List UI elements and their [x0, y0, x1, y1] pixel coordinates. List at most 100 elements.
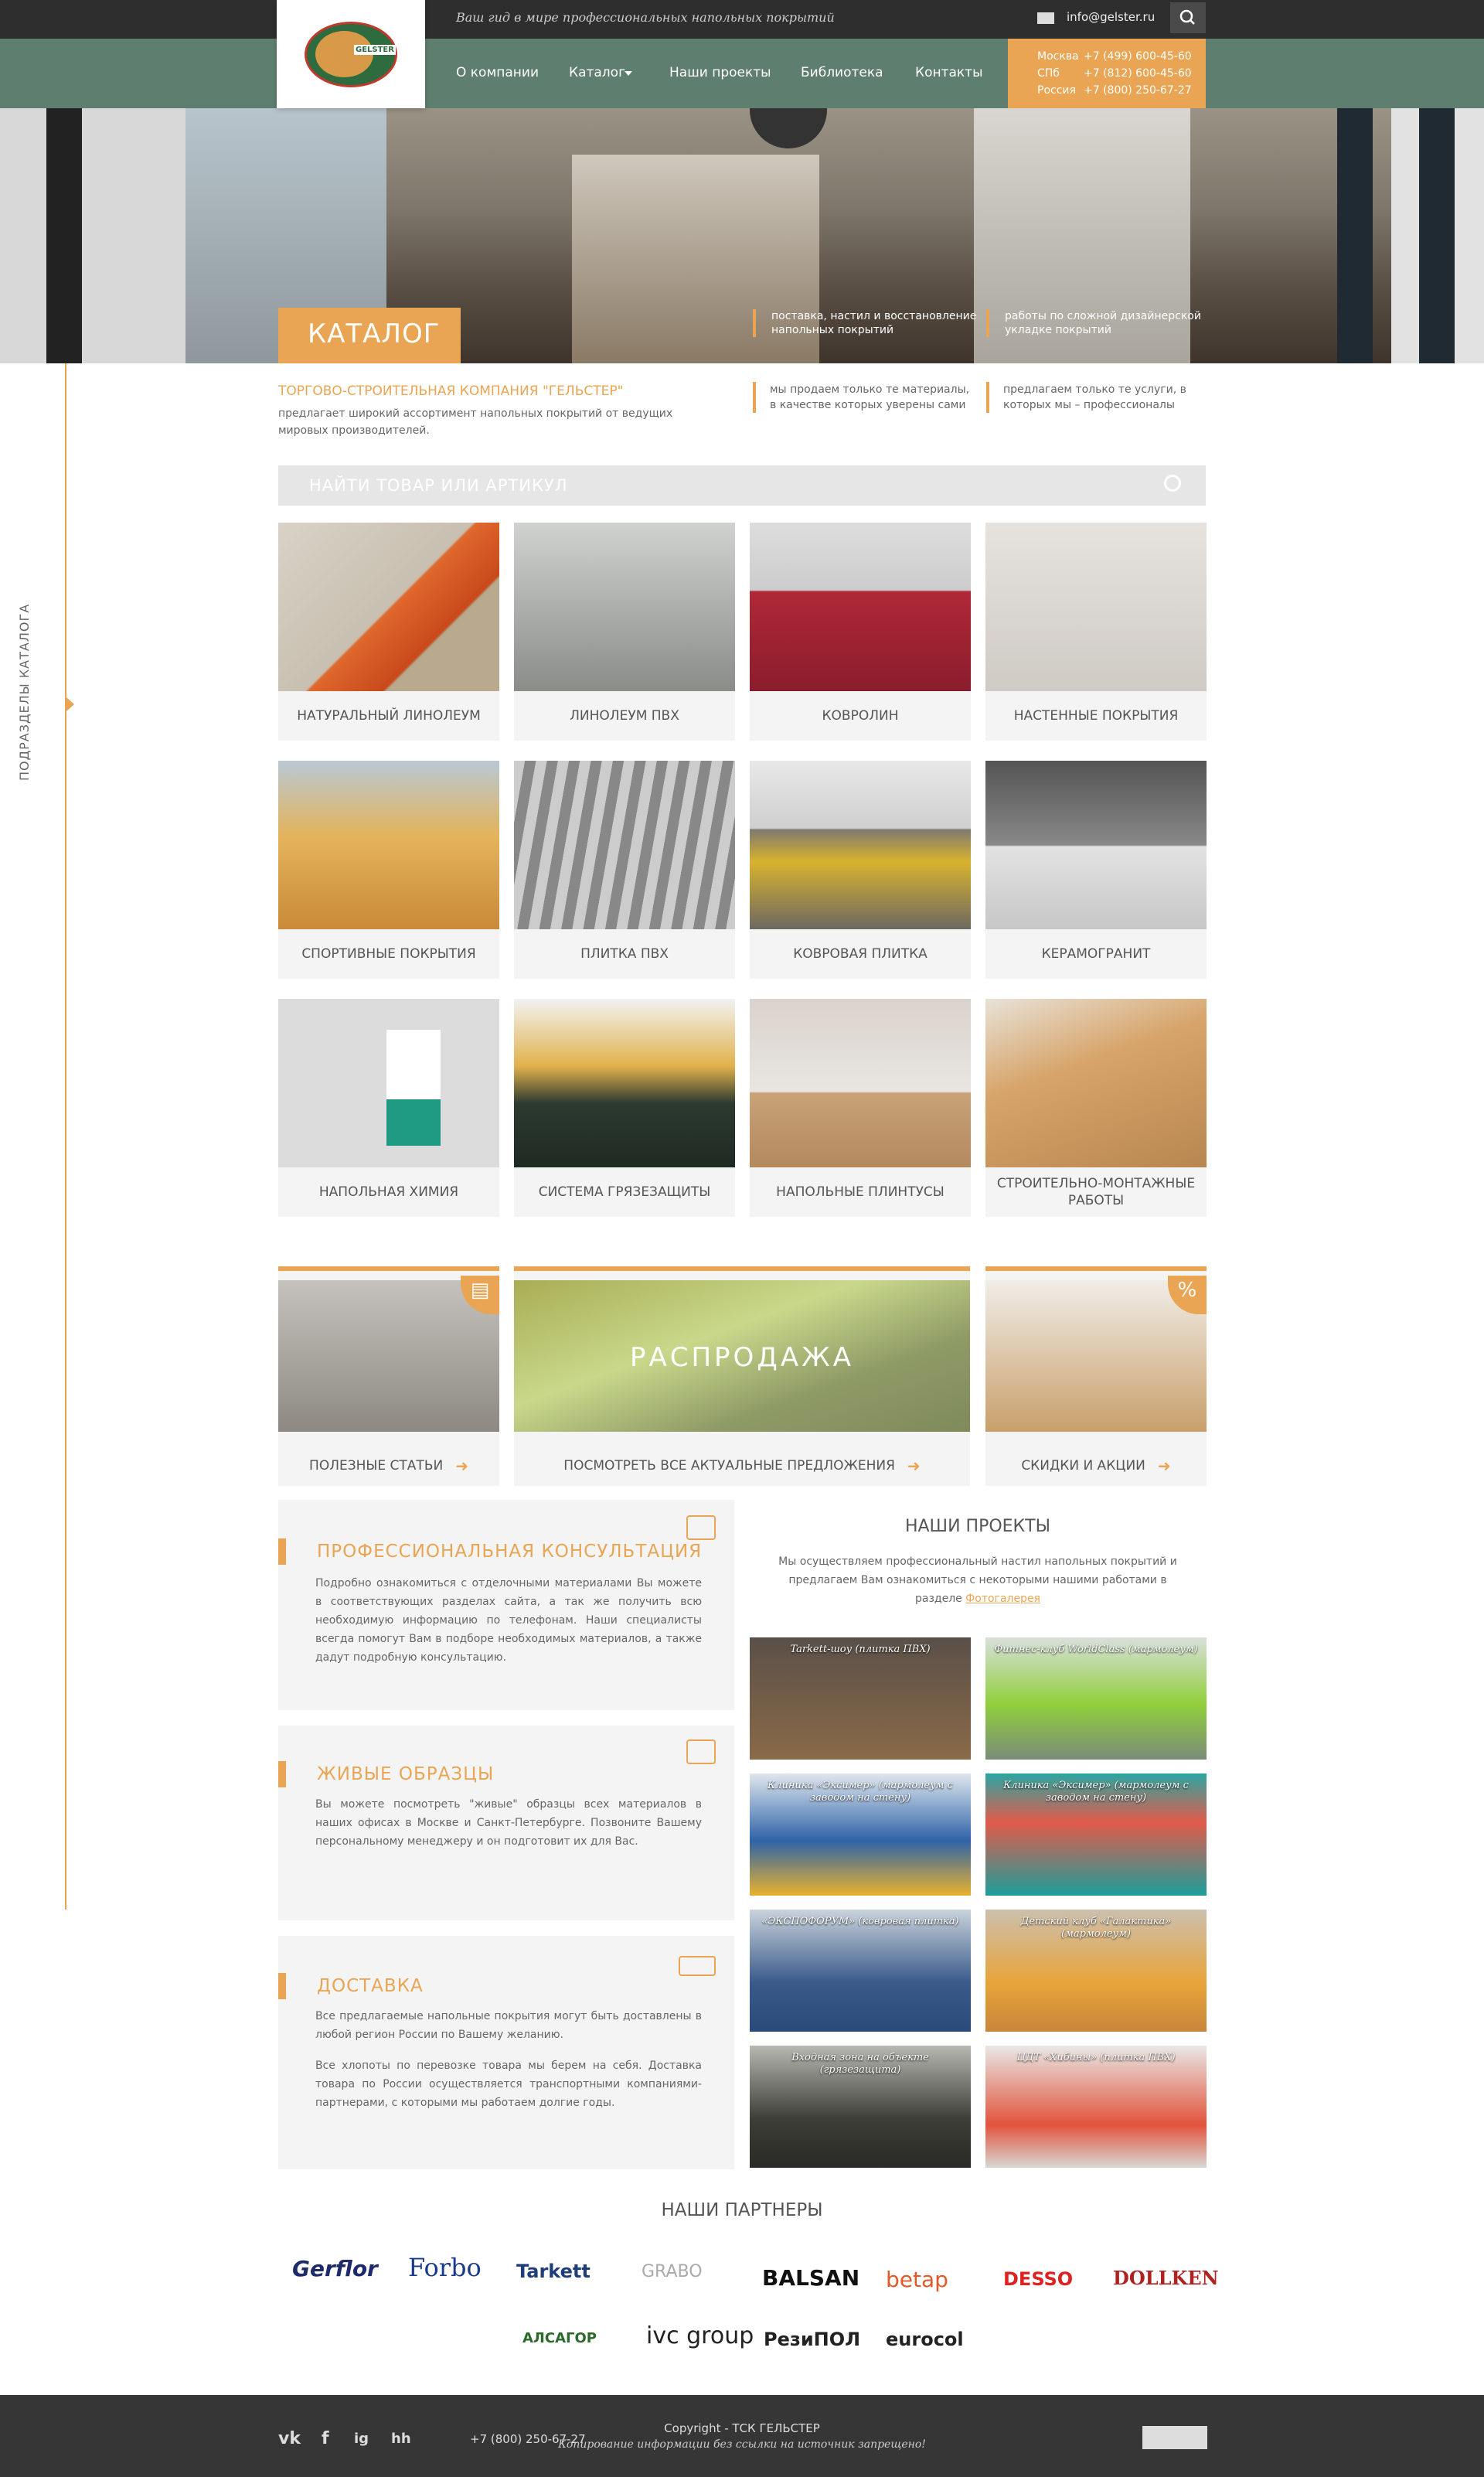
partner-logo[interactable]: ivc group [646, 2322, 754, 2349]
gallery-link[interactable]: Фотогалерея [965, 1593, 1040, 1605]
sale-banner-text: РАСПРОДАЖА [629, 1342, 855, 1373]
box-title: ДОСТАВКА [317, 1976, 424, 1996]
tile-image [985, 761, 1207, 929]
search-icon[interactable] [1164, 475, 1181, 492]
partner-logo[interactable]: Tarkett [516, 2261, 591, 2282]
copy-notice: Копирование информации без ссылки на ист… [558, 2438, 926, 2451]
catalog-tile[interactable]: НАСТЕННЫЕ ПОКРЫТИЯ [985, 523, 1207, 741]
catalog-tile[interactable]: ЛИНОЛЕУМ ПВХ [514, 523, 735, 741]
tile-image [278, 761, 499, 929]
visit-counter[interactable] [1142, 2426, 1207, 2449]
company-description: предлагает широкий ассортимент напольных… [278, 407, 673, 437]
catalog-tile[interactable]: КОВРОЛИН [750, 523, 971, 741]
hero-banner [0, 108, 1484, 363]
sidebar-catalog-sections[interactable]: ПОДРАЗДЕЛЫ КАТАЛОГА [17, 604, 32, 781]
consultation-box: ПРОФЕССИОНАЛЬНАЯ КОНСУЛЬТАЦИЯ Подробно о… [278, 1500, 734, 1710]
project-card[interactable]: Клиника «Эксимер» (мармолеум с заводом н… [750, 1773, 971, 1896]
sale-link[interactable]: ПОСМОТРЕТЬ ВСЕ АКТУАЛЬНЫЕ ПРЕДЛОЖЕНИЯ ➜ [514, 1441, 970, 1491]
site-logo[interactable]: GELSTER [277, 0, 425, 108]
sale-block[interactable]: РАСПРОДАЖА ПОСМОТРЕТЬ ВСЕ АКТУАЛЬНЫЕ ПРЕ… [514, 1266, 970, 1486]
partner-logo[interactable]: eurocol [886, 2329, 964, 2350]
partner-logo[interactable]: BALSAN [762, 2265, 859, 2291]
company-title: ТОРГОВО-СТРОИТЕЛЬНАЯ КОМПАНИЯ "ГЕЛЬСТЕР" [278, 383, 624, 399]
project-card[interactable]: «ЭКСПОФОРУМ» (ковровая плитка) [750, 1910, 971, 2032]
tile-image [750, 523, 971, 691]
partner-logo[interactable]: GRABO [642, 2262, 703, 2281]
nav-contacts[interactable]: Контакты [915, 65, 983, 80]
arrow-right-icon: ➜ [455, 1457, 468, 1475]
catalog-tile[interactable]: НАТУРАЛЬНЫЙ ЛИНОЛЕУМ [278, 523, 499, 741]
project-card[interactable]: Детский клуб «Галактика» (мармолеум) [985, 1910, 1207, 2032]
sale-link-label: ПОСМОТРЕТЬ ВСЕ АКТУАЛЬНЫЕ ПРЕДЛОЖЕНИЯ [563, 1458, 895, 1474]
discounts-block[interactable]: % СКИДКИ И АКЦИИ ➜ [985, 1266, 1207, 1486]
main-nav: О компании Каталог Наши проекты Библиоте… [0, 39, 1484, 108]
phone-number[interactable]: +7 (812) 600-45-60 [1084, 67, 1192, 80]
nav-library[interactable]: Библиотека [801, 65, 883, 80]
project-caption: Входная зона на объекте (грязезащита) [791, 2052, 929, 2076]
tile-image [514, 999, 735, 1167]
partner-logo[interactable]: Forbo [408, 2253, 482, 2282]
hero-wall [0, 108, 186, 363]
box-text: Подробно ознакомиться с отделочными мате… [315, 1577, 702, 1664]
partner-logo[interactable]: DOLLKEN [1113, 2267, 1219, 2289]
catalog-tile[interactable]: НАПОЛЬНАЯ ХИМИЯ [278, 999, 499, 1217]
catalog-tile[interactable]: СТРОИТЕЛЬНО-МОНТАЖНЫЕ РАБОТЫ [985, 999, 1207, 1217]
site-footer: vk f ig hh +7 (800) 250-67-27 Copyright … [0, 2395, 1484, 2477]
partner-logo[interactable]: АЛСАГОР [522, 2330, 597, 2346]
project-card[interactable]: Tarkett-шоу (плитка ПВХ) [750, 1637, 971, 1760]
catalog-tile[interactable]: НАПОЛЬНЫЕ ПЛИНТУСЫ [750, 999, 971, 1217]
articles-link[interactable]: ПОЛЕЗНЫЕ СТАТЬИ ➜ [278, 1441, 499, 1491]
arrow-right-icon: ➜ [1157, 1457, 1171, 1475]
tile-label: НАПОЛЬНАЯ ХИМИЯ [318, 1184, 459, 1200]
catalog-tile[interactable]: КОВРОВАЯ ПЛИТКА [750, 761, 971, 979]
box-text: Вы можете посмотреть "живые" образцы все… [315, 1798, 702, 1848]
project-caption: Клиника «Эксимер» (мармолеум с заводом н… [768, 1780, 953, 1804]
samples-box: ЖИВЫЕ ОБРАЗЦЫ Вы можете посмотреть "живы… [278, 1726, 734, 1920]
partner-logo[interactable]: Gerflor [292, 2256, 378, 2281]
project-card[interactable]: Фитнес-клуб WorldClass (мармолеум) [985, 1637, 1207, 1760]
project-card[interactable]: ЦДТ «Хибины» (плитка ПВХ) [985, 2046, 1207, 2168]
nav-catalog[interactable]: Каталог [569, 65, 625, 80]
project-caption: Детский клуб «Галактика» (мармолеум) [1020, 1916, 1172, 1940]
partner-logo[interactable]: betap [886, 2267, 948, 2292]
nav-about[interactable]: О компании [456, 65, 539, 80]
catalog-tile[interactable]: ПЛИТКА ПВХ [514, 761, 735, 979]
project-card[interactable]: Клиника «Эксимер» (мармолеум с заводом н… [985, 1773, 1207, 1896]
partner-logo[interactable]: DESSO [1003, 2268, 1073, 2290]
partner-logo[interactable]: РезиПОЛ [764, 2329, 860, 2350]
copyright: Copyright - ТСК ГЕЛЬСТЕР [664, 2421, 820, 2435]
mail-icon [1037, 12, 1054, 24]
feature-note: мы продаем только те материалы, в качест… [753, 382, 977, 413]
top-bar: Ваш гид в мире профессиональных напольны… [0, 0, 1484, 39]
discounts-link[interactable]: СКИДКИ И АКЦИИ ➜ [985, 1441, 1207, 1491]
project-caption: ЦДТ «Хибины» (плитка ПВХ) [1016, 2052, 1176, 2063]
tile-image [750, 999, 971, 1167]
product-search-input[interactable]: НАЙТИ ТОВАР ИЛИ АРТИКУЛ [278, 465, 1206, 506]
articles-block[interactable]: ▤ ПОЛЕЗНЫЕ СТАТЬИ ➜ [278, 1266, 499, 1486]
phone-number[interactable]: +7 (800) 250-67-27 [1084, 84, 1192, 97]
nav-projects[interactable]: Наши проекты [669, 65, 771, 80]
chat-icon [686, 1515, 716, 1540]
sale-image: РАСПРОДАЖА [514, 1280, 970, 1432]
hero-catalog-label: КАТАЛОГ [278, 308, 461, 363]
search-button[interactable] [1170, 2, 1206, 33]
catalog-tile[interactable]: СПОРТИВНЫЕ ПОКРЫТИЯ [278, 761, 499, 979]
box-text: Все предлагаемые напольные покрытия могу… [315, 2010, 702, 2041]
sidebar-toggle-arrow[interactable] [66, 697, 74, 711]
phone-number[interactable]: +7 (499) 600-45-60 [1084, 50, 1192, 63]
hero-mirror [750, 108, 827, 148]
tile-label: СИСТЕМА ГРЯЗЕЗАЩИТЫ [538, 1184, 711, 1200]
truck-icon [679, 1956, 716, 1976]
project-card[interactable]: Входная зона на объекте (грязезащита) [750, 2046, 971, 2168]
tile-label: СТРОИТЕЛЬНО-МОНТАЖНЫЕ РАБОТЫ [996, 1176, 1196, 1208]
site-tagline: Ваш гид в мире профессиональных напольны… [456, 10, 835, 25]
catalog-tile[interactable]: СИСТЕМА ГРЯЗЕЗАЩИТЫ [514, 999, 735, 1217]
tile-image [514, 523, 735, 691]
phone-city: Россия [1037, 84, 1076, 97]
box-title: ПРОФЕССИОНАЛЬНАЯ КОНСУЛЬТАЦИЯ [317, 1542, 703, 1562]
book-image [278, 1280, 499, 1432]
chevron-down-icon [625, 71, 632, 76]
catalog-tile[interactable]: КЕРАМОГРАНИТ [985, 761, 1207, 979]
tile-label: НАТУРАЛЬНЫЙ ЛИНОЛЕУМ [297, 708, 481, 724]
email-link[interactable]: info@gelster.ru [1067, 10, 1155, 24]
